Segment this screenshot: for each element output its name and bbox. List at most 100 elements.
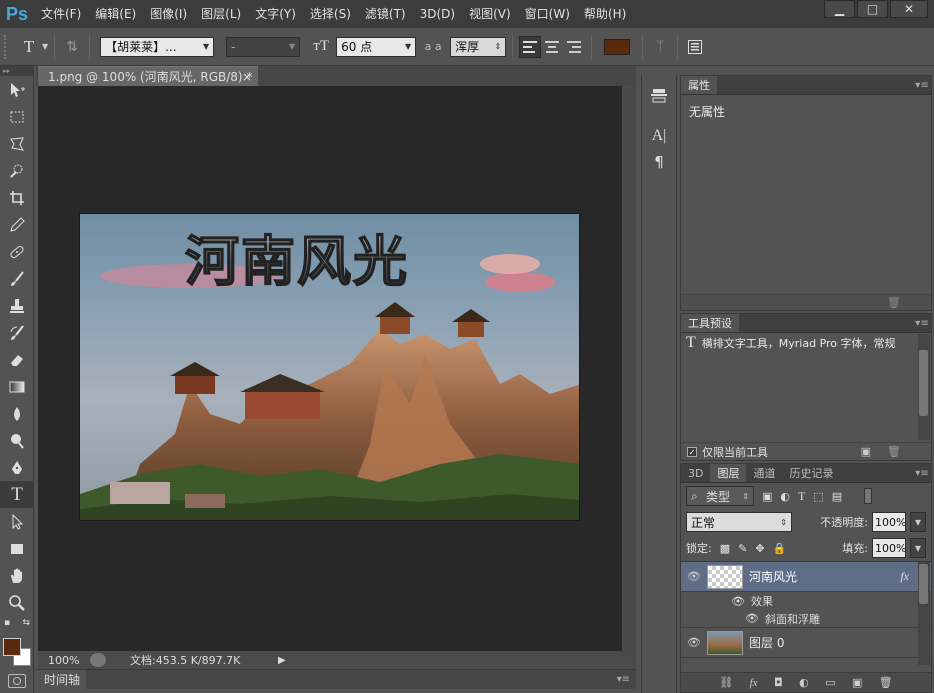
adjustment-layer-icon[interactable]: ◐ [799,676,809,689]
document-canvas[interactable]: 河南风光 [79,213,580,521]
trash-icon[interactable]: 🗑 [887,296,901,309]
align-left-button[interactable] [519,35,542,58]
swap-colors-icon[interactable]: ⇆ [22,618,30,628]
panel-menu-icon[interactable]: ▾≡ [913,464,931,482]
filter-toggle-switch[interactable] [864,488,873,504]
panel-menu-icon[interactable]: ▾≡ [913,314,931,332]
new-preset-icon[interactable]: ▣ [861,445,871,458]
close-tab-icon[interactable]: × [242,67,252,87]
grip-handle[interactable] [4,34,18,59]
type-tool-preset-icon[interactable]: T [18,36,40,58]
text-color-swatch[interactable] [604,38,631,55]
history-brush-tool[interactable] [0,319,34,346]
tab-channels[interactable]: 通道 [746,464,782,482]
lock-position-icon[interactable]: ✥ [755,542,764,555]
menu-window[interactable]: 窗口(W) [518,0,577,28]
tab-3d[interactable]: 3D [681,464,710,482]
pen-tool[interactable] [0,454,34,481]
warp-text-icon[interactable]: ᛉ [649,36,671,58]
menu-help[interactable]: 帮助(H) [577,0,633,28]
brush-tool[interactable] [0,265,34,292]
minimize-button[interactable]: ▁ [824,0,855,18]
panel-menu-icon[interactable]: ▾≡ [617,674,630,685]
status-menu-arrow-icon[interactable]: ▶ [278,655,292,666]
dodge-tool[interactable] [0,427,34,454]
healing-brush-tool[interactable] [0,238,34,265]
layer-effect-bevel-row[interactable]: 👁 斜面和浮雕 [681,610,931,628]
menu-filter[interactable]: 滤镜(T) [358,0,413,28]
menu-file[interactable]: 文件(F) [34,0,88,28]
filter-type-icon[interactable]: T [798,489,805,504]
hand-tool[interactable] [0,562,34,589]
move-tool[interactable] [0,76,34,103]
opacity-dropdown-icon[interactable]: ▾ [910,512,926,532]
align-center-button[interactable] [541,36,563,58]
lock-all-icon[interactable]: 🔒 [773,542,787,555]
history-panel-button[interactable] [642,83,676,109]
crop-tool[interactable] [0,184,34,211]
gradient-tool[interactable] [0,373,34,400]
layer-row-background[interactable]: 👁 图层 0 [681,628,931,658]
filter-smart-object-icon[interactable]: ▤ [832,490,842,503]
menu-3d[interactable]: 3D(D) [413,0,462,28]
menu-layer[interactable]: 图层(L) [194,0,248,28]
status-info-icon[interactable] [90,653,106,667]
scroll-thumb[interactable] [919,564,928,604]
menu-image[interactable]: 图像(I) [143,0,194,28]
visibility-eye-icon[interactable]: 👁 [731,595,745,608]
character-panel-button[interactable]: A| [642,123,676,149]
eraser-tool[interactable] [0,346,34,373]
menu-select[interactable]: 选择(S) [303,0,358,28]
paragraph-panel-button[interactable]: ¶ [642,149,676,175]
restore-button[interactable]: □ [857,0,888,18]
trash-icon[interactable]: 🗑 [879,676,893,689]
font-family-select[interactable]: 【胡莱莱】... ▼ [100,36,215,57]
layer-row-text[interactable]: 👁 河南风光 fx [681,562,931,592]
panel-menu-icon[interactable]: ▾≡ [913,76,931,94]
type-tool[interactable]: T [0,481,34,508]
document-tab[interactable]: 1.png @ 100% (河南风光, RGB/8) * × [38,66,258,86]
fill-dropdown-icon[interactable]: ▾ [910,538,926,558]
align-right-button[interactable] [563,36,585,58]
opacity-input[interactable]: 100% [872,512,906,532]
fill-input[interactable]: 100% [872,538,906,558]
quick-select-tool[interactable] [0,157,34,184]
anti-alias-select[interactable]: 浑厚 ⇕ [450,36,507,57]
new-layer-icon[interactable]: ▣ [852,676,862,689]
tab-properties[interactable]: 属性 [681,76,717,94]
tool-preset-item[interactable]: T 横排文字工具，Myriad Pro 字体，常规 [681,333,931,353]
font-style-select[interactable]: - ▼ [226,36,301,57]
zoom-tool[interactable] [0,589,34,616]
current-tool-only-checkbox[interactable]: ✓ [687,446,697,457]
menu-edit[interactable]: 编辑(E) [88,0,143,28]
lasso-tool[interactable] [0,130,34,157]
filter-shape-icon[interactable]: ⬚ [813,490,823,503]
foreground-color-swatch[interactable] [3,638,21,656]
link-layers-icon[interactable]: ⛓ [719,676,733,689]
layer-fx-icon[interactable]: fx [900,569,909,584]
eyedropper-tool[interactable] [0,211,34,238]
visibility-eye-icon[interactable]: 👁 [745,612,759,625]
add-style-icon[interactable]: fx [750,677,758,689]
zoom-level[interactable]: 100% [38,654,90,667]
clone-stamp-tool[interactable] [0,292,34,319]
canvas-vertical-scrollbar[interactable] [622,86,636,651]
shape-tool[interactable] [0,535,34,562]
lock-transparent-icon[interactable]: ▩ [720,542,730,555]
lock-pixels-icon[interactable]: ✎ [738,542,747,555]
add-mask-icon[interactable]: ◘ [774,676,783,689]
filter-pixel-icon[interactable]: ▣ [762,490,772,503]
trash-icon[interactable]: 🗑 [887,445,901,458]
tab-layers[interactable]: 图层 [710,464,747,482]
marquee-tool[interactable] [0,103,34,130]
new-group-icon[interactable]: ▭ [825,676,835,689]
chevron-down-icon[interactable]: ▼ [42,42,48,51]
default-colors-icon[interactable]: ▪ [4,618,10,628]
visibility-eye-icon[interactable]: 👁 [681,636,707,649]
menu-view[interactable]: 视图(V) [462,0,518,28]
tab-history[interactable]: 历史记录 [782,464,840,482]
tools-panel-header[interactable]: ▸▸ [0,66,33,76]
quick-mask-button[interactable] [8,674,26,688]
character-panel-icon[interactable] [684,36,706,58]
visibility-eye-icon[interactable]: 👁 [681,570,707,583]
